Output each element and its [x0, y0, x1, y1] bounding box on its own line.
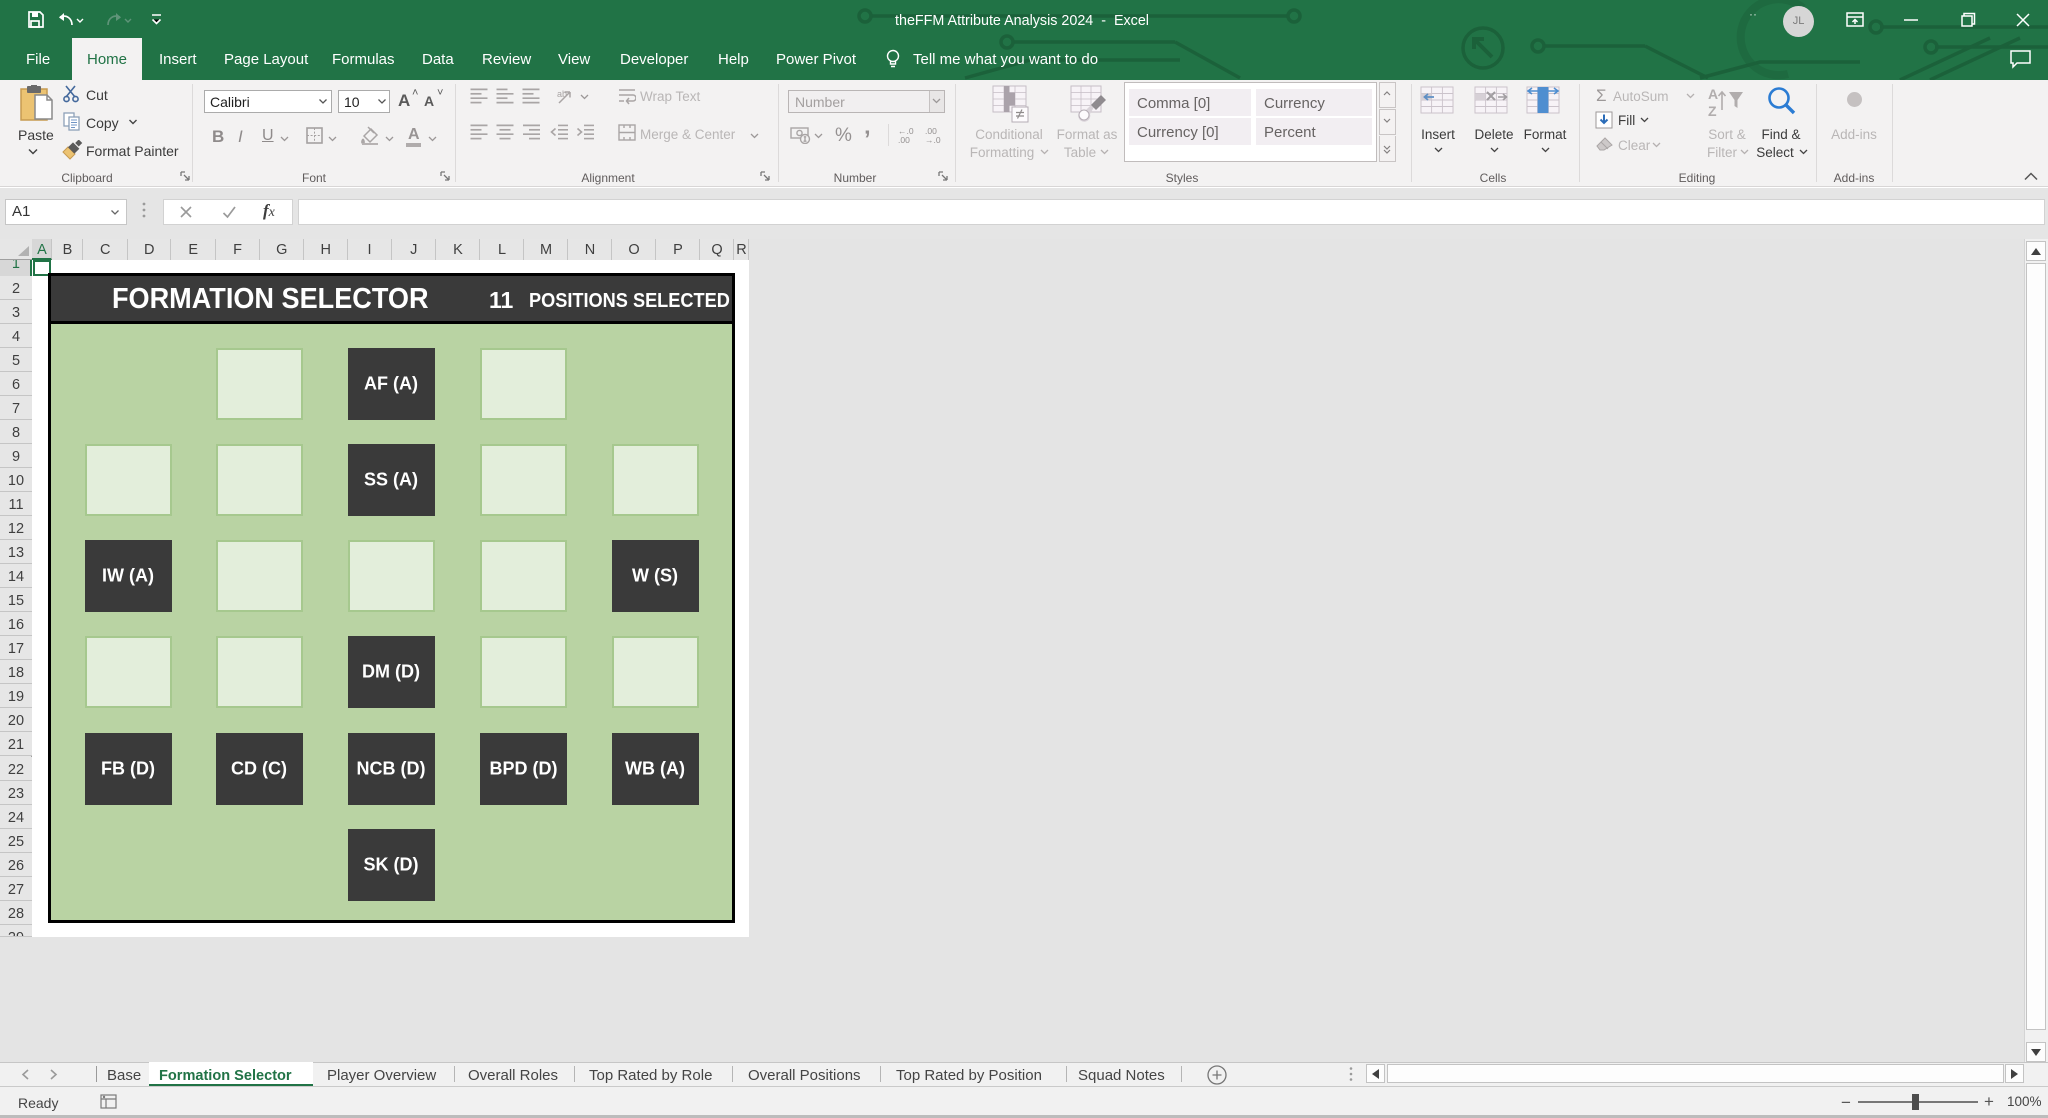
svg-text:ab: ab [557, 89, 567, 99]
svg-text:Z: Z [1708, 103, 1717, 119]
svg-text:A: A [1708, 86, 1718, 102]
